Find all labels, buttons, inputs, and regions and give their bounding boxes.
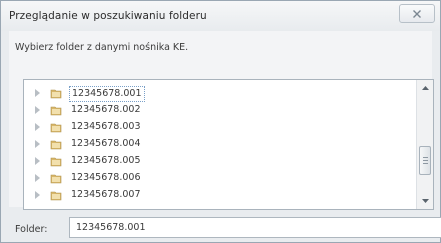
folder-tree[interactable]: 12345678.001 12345678.002 12345678.003 1… [23, 79, 434, 210]
tree-item[interactable]: 12345678.003 [24, 119, 414, 135]
tree-item-label: 12345678.007 [71, 189, 141, 200]
scroll-down-arrow-icon [421, 199, 429, 203]
folder-icon [50, 140, 62, 150]
tree-item-label: 12345678.004 [71, 138, 141, 149]
folder-icon [50, 106, 62, 116]
folder-icon [50, 89, 62, 99]
scroll-up-arrow-icon [421, 86, 429, 90]
expand-arrow-icon[interactable] [35, 157, 40, 165]
tree-item-label: 12345678.001 [69, 86, 145, 102]
tree-item-label: 12345678.002 [71, 104, 141, 115]
expand-arrow-icon[interactable] [35, 191, 40, 199]
expand-arrow-icon[interactable] [35, 174, 40, 182]
tree-item[interactable]: 12345678.002 [24, 102, 414, 118]
window-title: Przeglądanie w poszukiwaniu folderu [9, 10, 207, 22]
grip-line [423, 157, 428, 158]
grip-line [423, 160, 428, 161]
browse-folder-dialog: Przeglądanie w poszukiwaniu folderu Wybi… [0, 0, 441, 243]
tree-item-label: 12345678.005 [71, 155, 141, 166]
scrollbar-thumb[interactable] [419, 146, 431, 175]
folder-field[interactable] [69, 217, 441, 238]
tree-item[interactable]: 12345678.004 [24, 136, 414, 152]
expand-arrow-icon[interactable] [35, 140, 40, 148]
folder-field-label: Folder: [15, 224, 48, 235]
close-button[interactable] [399, 4, 435, 23]
tree-item-label: 12345678.003 [71, 121, 141, 132]
folder-icon [50, 123, 62, 133]
grip-line [423, 163, 428, 164]
close-icon [413, 9, 421, 18]
title-bar[interactable]: Przeglądanie w poszukiwaniu folderu [1, 1, 440, 31]
dialog-prompt: Wybierz folder z danymi nośnika KE. [15, 42, 189, 53]
expand-arrow-icon[interactable] [35, 123, 40, 131]
scroll-up-button[interactable] [417, 80, 433, 96]
expand-arrow-icon[interactable] [35, 89, 40, 97]
scroll-down-button[interactable] [417, 193, 433, 209]
tree-scrollbar[interactable] [416, 80, 433, 209]
expand-arrow-icon[interactable] [35, 106, 40, 114]
tree-item-label: 12345678.006 [71, 172, 141, 183]
tree-item[interactable]: 12345678.007 [24, 187, 414, 203]
tree-item[interactable]: 12345678.006 [24, 170, 414, 186]
folder-icon [50, 174, 62, 184]
folder-icon [50, 157, 62, 167]
tree-item[interactable]: 12345678.001 [24, 85, 414, 102]
tree-item[interactable]: 12345678.005 [24, 153, 414, 169]
folder-icon [50, 191, 62, 201]
